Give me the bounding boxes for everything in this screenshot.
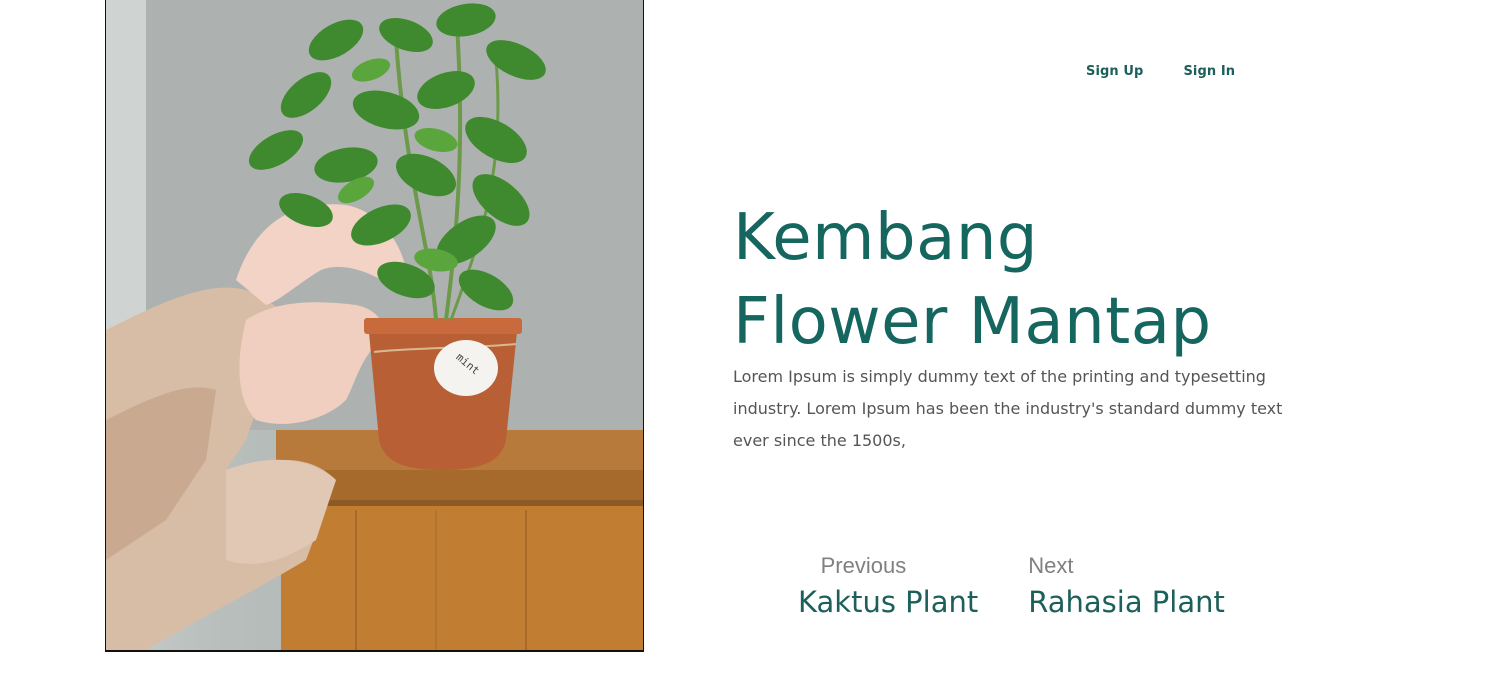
sign-in-link[interactable]: Sign In (1183, 64, 1235, 79)
next-label: Next (1028, 553, 1074, 578)
previous-label: Previous (820, 553, 907, 578)
page-title: Kembang Flower Mantap (733, 196, 1212, 364)
hero-image: mint (105, 0, 644, 652)
plant-photo: mint (106, 0, 643, 650)
previous-plant-link[interactable]: Previous Kaktus Plant (798, 551, 978, 623)
sign-up-link[interactable]: Sign Up (1086, 64, 1143, 79)
title-line-2: Flower Mantap (733, 285, 1212, 359)
hero-description: Lorem Ipsum is simply dummy text of the … (733, 367, 1283, 450)
plant-pager: Previous Kaktus Plant Next Rahasia Plant (798, 551, 1225, 623)
previous-plant-name: Kaktus Plant (798, 585, 979, 619)
page: mint Sign Up Sign In Kembang Flower Mant… (0, 0, 1496, 688)
title-line-1: Kembang (733, 201, 1039, 275)
top-nav: Sign Up Sign In (1086, 64, 1235, 79)
next-plant-name: Rahasia Plant (1028, 585, 1225, 619)
next-plant-link[interactable]: Next Rahasia Plant (1028, 551, 1225, 623)
